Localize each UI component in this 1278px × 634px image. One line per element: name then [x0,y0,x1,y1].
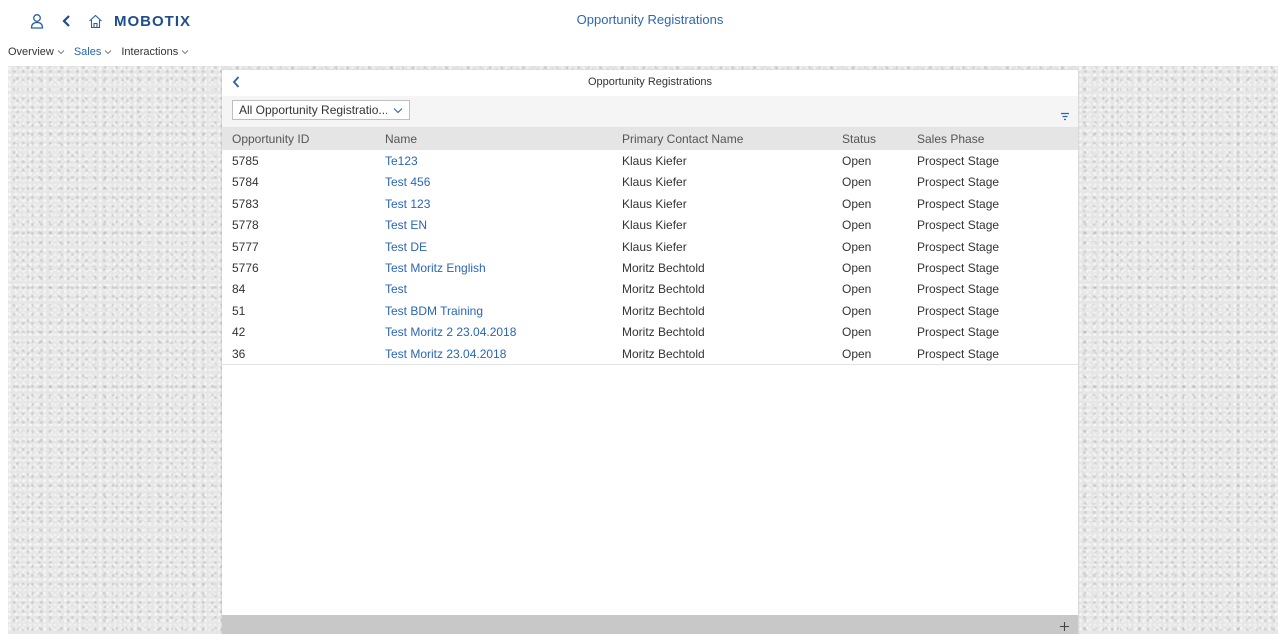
cell-primary-contact: Moritz Bechtold [622,260,705,275]
table-row[interactable]: 5783 Test 123 Klaus Kiefer Open Prospect… [222,193,1078,214]
column-header-name[interactable]: Name [385,132,417,146]
cell-status: Open [842,154,872,168]
cell-primary-contact: Klaus Kiefer [622,239,687,254]
cell-sales-phase: Prospect Stage [917,303,1000,318]
table-row[interactable]: 5778 Test EN Klaus Kiefer Open Prospect … [222,214,1078,235]
cell-status: Open [842,175,872,190]
cell-name-link[interactable]: Te123 [385,154,418,168]
cell-status: Open [842,239,872,254]
table-row[interactable]: 84 Test Moritz Bechtold Open Prospect St… [222,278,1078,299]
cell-status: Open [842,196,872,211]
nav-interactions-label: Interactions [121,46,179,58]
panel-toolbar: All Opportunity Registratio... [222,96,1078,128]
cell-status: Open [842,282,872,297]
chevron-down-icon [181,49,189,55]
cell-status: Open [842,346,872,361]
chevron-down-icon [57,49,65,55]
cell-sales-phase: Prospect Stage [917,325,1000,340]
opportunity-table: Opportunity ID Name Primary Contact Name… [222,128,1078,365]
shell-bar: MOBOTIX Opportunity Registrations [0,0,1278,42]
cell-primary-contact: Moritz Bechtold [622,325,705,340]
cell-status: Open [842,218,872,233]
column-header-opportunity-id[interactable]: Opportunity ID [232,132,309,146]
cell-opportunity-id: 5785 [232,154,259,168]
cell-opportunity-id: 36 [232,346,246,361]
table-row[interactable]: 5777 Test DE Klaus Kiefer Open Prospect … [222,236,1078,257]
table-header: Opportunity ID Name Primary Contact Name… [222,128,1078,150]
column-header-status[interactable]: Status [842,132,876,146]
cell-primary-contact: Klaus Kiefer [622,175,687,190]
cell-primary-contact: Klaus Kiefer [622,218,687,233]
sub-navigation: Overview Sales Interactions [0,42,1278,62]
cell-primary-contact: Moritz Bechtold [622,303,705,318]
shell-title: Opportunity Registrations [576,12,724,27]
cell-sales-phase: Prospect Stage [917,175,1000,190]
table-row[interactable]: 5776 Test Moritz English Moritz Bechtold… [222,257,1078,278]
cell-status: Open [842,303,872,318]
user-icon[interactable] [28,12,46,30]
nav-overview-label: Overview [8,46,54,58]
cell-name-link[interactable]: Test 456 [385,175,430,189]
cell-opportunity-id: 5776 [232,260,259,275]
panel-footer [222,615,1078,634]
add-icon[interactable] [1059,621,1070,632]
cell-sales-phase: Prospect Stage [917,282,1000,297]
chevron-down-icon [393,107,403,114]
panel-header: Opportunity Registrations [222,70,1078,96]
table-row[interactable]: 51 Test BDM Training Moritz Bechtold Ope… [222,300,1078,321]
nav-sales[interactable]: Sales [74,46,113,58]
cell-opportunity-id: 5783 [232,196,259,211]
cell-primary-contact: Klaus Kiefer [622,196,687,211]
filter-icon[interactable] [1060,112,1070,121]
cell-sales-phase: Prospect Stage [917,260,1000,275]
cell-name-link[interactable]: Test Moritz English [385,261,486,275]
nav-sales-label: Sales [73,46,102,58]
cell-opportunity-id: 5778 [232,218,259,233]
cell-sales-phase: Prospect Stage [917,154,1000,168]
table-row[interactable]: 5784 Test 456 Klaus Kiefer Open Prospect… [222,171,1078,192]
cell-opportunity-id: 51 [232,303,246,318]
nav-interactions[interactable]: Interactions [121,46,189,58]
cell-sales-phase: Prospect Stage [917,346,1000,361]
cell-primary-contact: Klaus Kiefer [622,154,687,168]
column-header-primary-contact[interactable]: Primary Contact Name [622,132,743,146]
cell-primary-contact: Moritz Bechtold [622,346,705,361]
column-header-sales-phase[interactable]: Sales Phase [917,132,984,146]
cell-opportunity-id: 84 [232,282,246,297]
cell-opportunity-id: 5777 [232,239,259,254]
nav-overview[interactable]: Overview [8,46,65,58]
cell-name-link[interactable]: Test Moritz 23.04.2018 [385,347,506,361]
cell-status: Open [842,325,872,340]
registrations-panel: Opportunity Registrations All Opportunit… [222,70,1078,634]
cell-name-link[interactable]: Test 123 [385,197,430,211]
cell-sales-phase: Prospect Stage [917,196,1000,211]
cell-primary-contact: Moritz Bechtold [622,282,705,297]
cell-opportunity-id: 5784 [232,175,259,190]
cell-name-link[interactable]: Test Moritz 2 23.04.2018 [385,325,516,339]
home-icon[interactable] [86,12,104,30]
cell-name-link[interactable]: Test [385,282,407,296]
shell-left-group: MOBOTIX [28,10,191,32]
table-row[interactable]: 5785 Te123 Klaus Kiefer Open Prospect St… [222,150,1078,171]
cell-name-link[interactable]: Test EN [385,218,427,232]
back-icon[interactable] [58,12,74,30]
cell-opportunity-id: 42 [232,325,246,340]
cell-name-link[interactable]: Test DE [385,240,427,254]
panel-title: Opportunity Registrations [587,76,713,88]
chevron-down-icon [104,49,112,55]
table-divider [222,363,1078,365]
cell-name-link[interactable]: Test BDM Training [385,304,483,318]
cell-sales-phase: Prospect Stage [917,239,1000,254]
view-select[interactable]: All Opportunity Registratio... [232,100,410,120]
cell-status: Open [842,260,872,275]
table-row[interactable]: 36 Test Moritz 23.04.2018 Moritz Bechtol… [222,343,1078,364]
cell-sales-phase: Prospect Stage [917,218,1000,233]
view-select-value: All Opportunity Registratio... [239,103,387,117]
table-row[interactable]: 42 Test Moritz 2 23.04.2018 Moritz Becht… [222,321,1078,342]
brand-logo: MOBOTIX [114,12,191,30]
